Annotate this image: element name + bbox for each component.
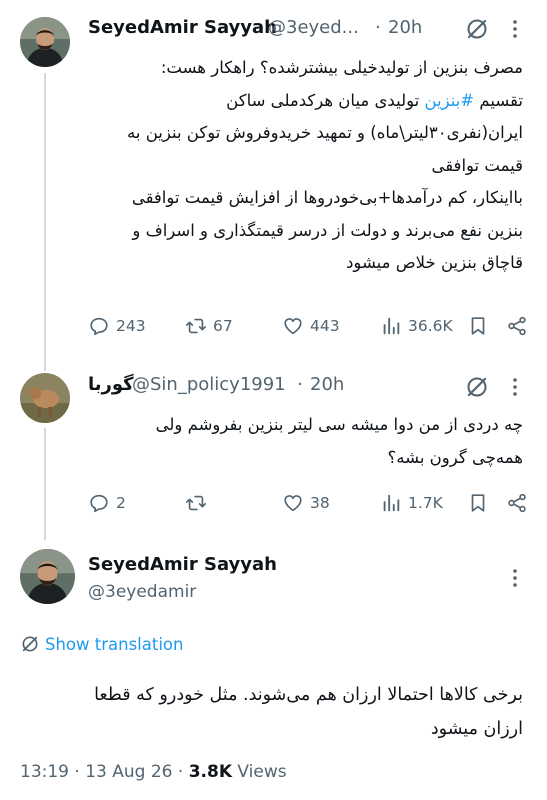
tweet-line: همه‌چی گرون بشه؟ [387, 447, 524, 467]
tweet-line: چه دردی از من دوا میشه سی لیتر بنزین بفر… [155, 415, 523, 434]
display-name[interactable]: SeyedAmir Sayyah [88, 17, 277, 38]
more-icon[interactable] [507, 375, 523, 403]
views-count: 3.8K [188, 762, 233, 782]
text-segment: تولیدی میان هرکدملی ساکن [226, 90, 425, 110]
grok-icon[interactable] [465, 17, 489, 45]
tweet-meta: 13:19 · 13 Aug 26 · 3.8K Views [20, 762, 287, 782]
tweet-line: ایران(نفری۳۰لیتر\ماه) و تمهید خریدوفروش … [127, 123, 523, 142]
user-handle[interactable]: @Sin_policy1991 [132, 374, 286, 395]
tweet-line: مصرف بنزین از تولیدخیلی بیشترشده؟ راهکار… [160, 58, 523, 77]
display-name[interactable]: SeyedAmir Sayyah [88, 554, 277, 575]
tweet-time[interactable]: 20h [388, 17, 422, 38]
avatar[interactable] [20, 549, 75, 604]
reply-count: 2 [116, 494, 126, 512]
text-segment: تقسیم [474, 90, 523, 110]
show-translation-link[interactable]: Show translation [20, 634, 184, 654]
user-handle[interactable]: @3eyed... [268, 17, 359, 38]
tweet-time[interactable]: 13:19 [20, 762, 69, 782]
bookmark-icon[interactable] [467, 492, 489, 518]
tweet-text: برخی کالاها احتمالا ارزان هم می‌شوند. مث… [20, 678, 523, 746]
reply-button[interactable]: 2 [88, 492, 126, 514]
avatar[interactable] [20, 373, 70, 423]
like-count: 443 [310, 317, 340, 335]
share-icon[interactable] [506, 492, 528, 518]
thread-line [44, 73, 46, 371]
separator: · [375, 17, 381, 38]
avatar[interactable] [20, 17, 70, 67]
retweet-count: 67 [213, 317, 233, 335]
tweet-line: ارزان میشود [430, 719, 523, 739]
views-label: Views [237, 762, 287, 782]
like-icon [284, 495, 302, 512]
more-icon[interactable] [507, 566, 523, 594]
reply-icon [90, 317, 108, 336]
retweet-icon [186, 495, 206, 511]
tweet-text: چه دردی از من دوا میشه سی لیتر بنزین بفر… [86, 409, 523, 474]
like-count: 38 [310, 494, 330, 512]
views-button[interactable]: 36.6K [380, 315, 453, 337]
separator: · [297, 374, 303, 395]
tweet-line: بنزین نفع می‌برند و دولت از درسر قیمتگذا… [132, 220, 523, 240]
retweet-button[interactable] [185, 492, 213, 514]
thread-line [44, 428, 46, 540]
tweet-line: قیمت توافقی [431, 155, 523, 175]
hashtag-link[interactable]: #بنزین [424, 91, 474, 110]
like-button[interactable]: 38 [282, 492, 330, 514]
reply-button[interactable]: 243 [88, 315, 146, 337]
retweet-icon [186, 318, 206, 334]
reply-count: 243 [116, 317, 146, 335]
views-icon [383, 317, 400, 335]
views-count: 36.6K [408, 317, 453, 335]
views-icon [383, 494, 400, 512]
show-translation-label: Show translation [45, 634, 184, 654]
separator: · [177, 762, 184, 782]
views-button[interactable]: 1.7K [380, 492, 443, 514]
share-icon[interactable] [506, 315, 528, 341]
like-icon [284, 318, 302, 335]
views-count: 1.7K [408, 494, 443, 512]
display-name[interactable]: گوربا [88, 374, 134, 395]
tweet-line: تقسیم #بنزین تولیدی میان هرکدملی ساکن [86, 85, 523, 118]
separator: · [74, 762, 80, 782]
tweet-text: مصرف بنزین از تولیدخیلی بیشترشده؟ راهکار… [86, 52, 523, 280]
user-handle[interactable]: @3eyedamir [88, 582, 196, 602]
tweet-time[interactable]: 20h [310, 374, 344, 395]
bookmark-icon[interactable] [467, 315, 489, 341]
retweet-button[interactable]: 67 [185, 315, 233, 337]
more-icon[interactable] [507, 17, 523, 45]
tweet-line: قاچاق بنزین خلاص میشود [346, 253, 523, 272]
tweet-line: برخی کالاها احتمالا ارزان هم می‌شوند. مث… [94, 685, 523, 705]
grok-icon [22, 636, 38, 652]
like-button[interactable]: 443 [282, 315, 340, 337]
reply-icon [90, 494, 108, 513]
tweet-date[interactable]: 13 Aug 26 [85, 762, 172, 782]
tweet-line: بااینکار، کم درآمدها+بی‌خودروها از افزای… [131, 188, 523, 207]
grok-icon[interactable] [465, 375, 489, 403]
